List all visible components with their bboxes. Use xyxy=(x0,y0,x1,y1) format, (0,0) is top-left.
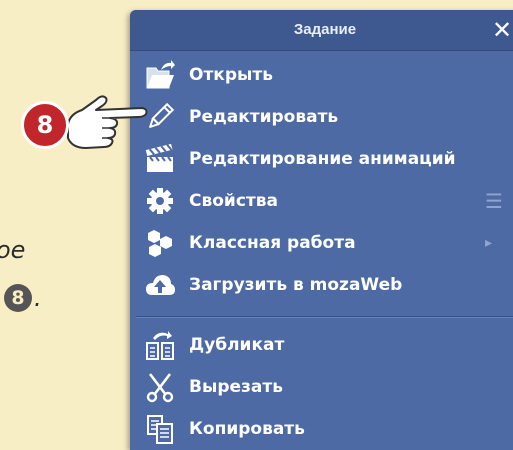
submenu-arrow-icon: ▸ xyxy=(485,235,493,251)
background-text-line2: 8 . xyxy=(0,284,42,312)
panel-title: Задание xyxy=(293,21,357,38)
menu-item-label: Вырезать xyxy=(189,377,283,397)
pencil-icon xyxy=(144,101,176,133)
copy-icon xyxy=(144,413,176,445)
menu-item-duplicate[interactable]: Дубликат xyxy=(130,325,513,365)
close-button[interactable]: ✕ xyxy=(492,16,512,44)
cloud-upload-icon xyxy=(144,269,176,301)
menu-item-edit-animations[interactable]: Редактирование анимаций xyxy=(130,139,513,179)
gear-icon xyxy=(144,185,176,217)
menu-item-properties[interactable]: Свойства ☰ xyxy=(130,181,513,221)
menu-item-label: Свойства xyxy=(189,191,278,211)
menu-separator xyxy=(136,316,513,318)
duplicate-icon xyxy=(144,329,176,361)
clapperboard-icon xyxy=(144,143,176,175)
menu-item-copy[interactable]: Копировать xyxy=(130,409,513,449)
background-text-end: . xyxy=(34,284,42,312)
panel-header: Задание ✕ xyxy=(130,10,513,51)
menu-item-label: Загрузить в mozaWeb xyxy=(189,275,403,295)
menu-item-upload-mozaweb[interactable]: Загрузить в mozaWeb xyxy=(130,265,513,305)
menu-item-label: Открыть xyxy=(189,65,273,85)
menu-item-cut[interactable]: Вырезать xyxy=(130,367,513,407)
list-menu-icon[interactable]: ☰ xyxy=(485,189,503,213)
menu-item-edit[interactable]: Редактировать xyxy=(130,97,513,137)
task-menu-panel: Задание ✕ Открыть Редактировать Редактир… xyxy=(130,10,513,450)
pointing-hand-icon xyxy=(67,95,148,149)
hexagons-icon xyxy=(144,227,176,259)
callout-number-badge: 8 xyxy=(21,101,69,149)
menu-item-label: Редактирование анимаций xyxy=(189,149,456,169)
background-text-line1: oe xyxy=(0,236,26,264)
background-number-badge: 8 xyxy=(4,284,32,312)
menu-item-label: Редактировать xyxy=(189,107,339,127)
menu-item-label: Дубликат xyxy=(189,335,285,355)
menu-item-classwork[interactable]: Классная работа ▸ xyxy=(130,223,513,263)
menu-item-label: Классная работа xyxy=(189,233,356,253)
folder-open-icon xyxy=(144,59,176,91)
menu-item-open[interactable]: Открыть xyxy=(130,55,513,95)
menu-item-label: Копировать xyxy=(189,419,305,439)
scissors-icon xyxy=(144,371,176,403)
